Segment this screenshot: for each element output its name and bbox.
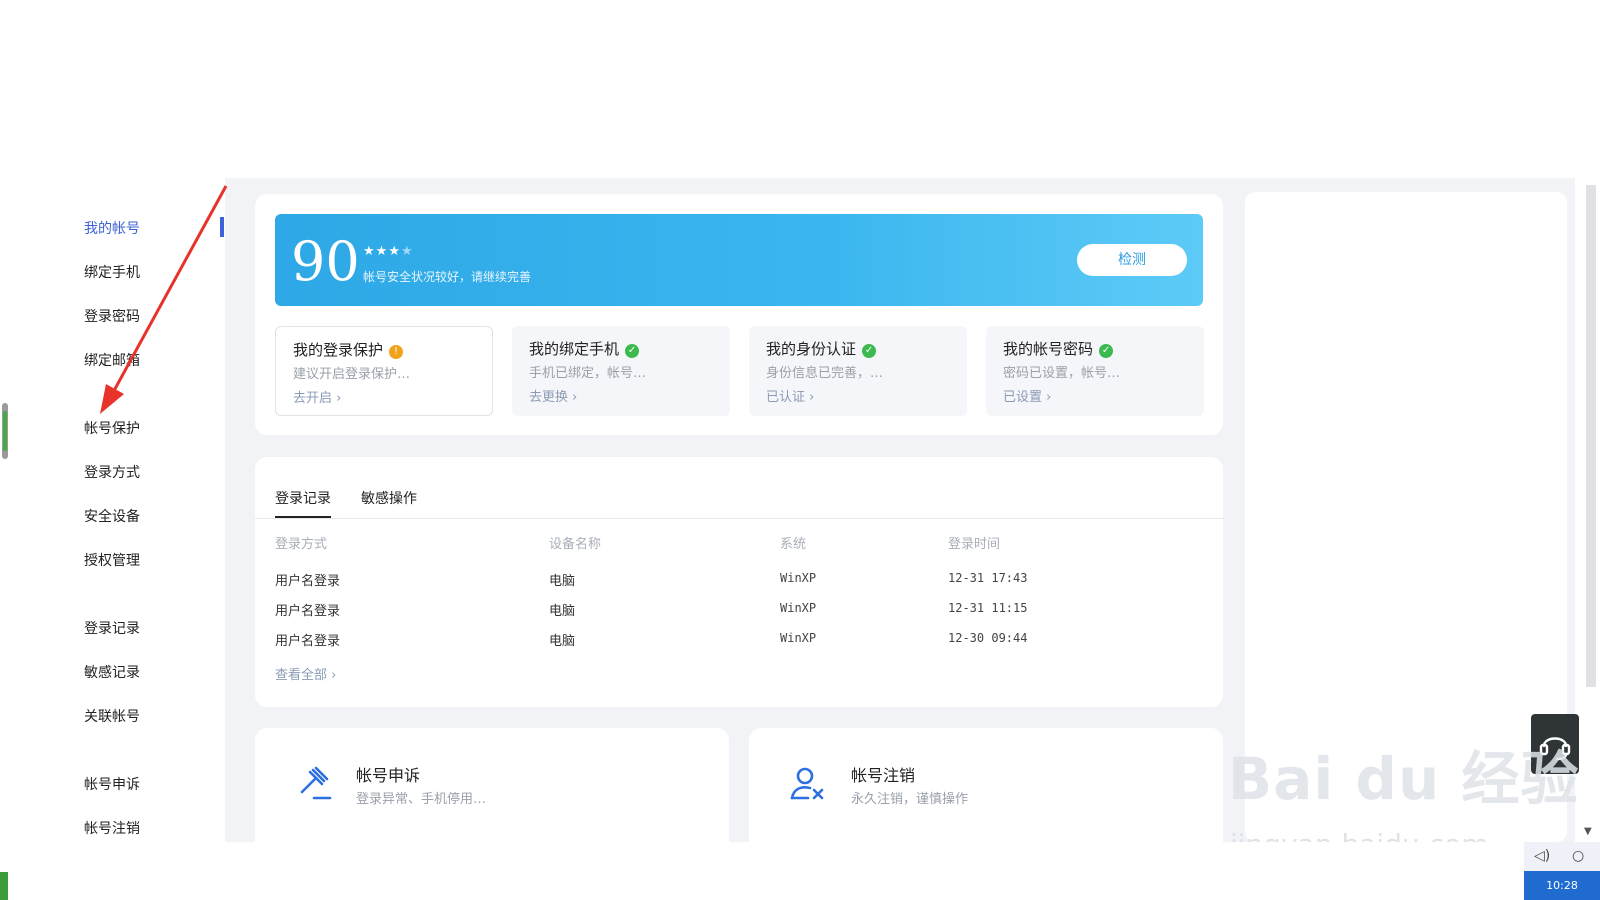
chevron-right-icon: › [572, 390, 578, 405]
sidebar-item-security-device[interactable]: 安全设备 [84, 506, 140, 526]
card-link[interactable]: 已认证 › [766, 386, 814, 405]
table-cell: 用户名登录 [275, 574, 341, 589]
card-description: 身份信息已完善，… [766, 366, 884, 381]
column-header: 登录方式 [275, 537, 328, 552]
sidebar-item-linked-accounts[interactable]: 关联帐号 [84, 706, 140, 726]
column-header: 设备名称 [549, 537, 602, 552]
check-icon: ✓ [625, 344, 640, 358]
user-remove-icon [790, 767, 824, 800]
table-cell: 12-30 09:44 [948, 631, 1028, 645]
warning-icon: ! [389, 345, 404, 359]
table-cell: 用户名登录 [275, 634, 341, 649]
view-all-link[interactable]: 查看全部 › [275, 664, 336, 683]
table-cell: 用户名登录 [275, 604, 341, 619]
star-rating: ★★★★ [363, 244, 414, 259]
start-button[interactable] [0, 872, 8, 900]
scroll-down-arrow-icon[interactable]: ▼ [1584, 826, 1592, 837]
card-title: 我的帐号密码 [1003, 340, 1094, 358]
tab-divider [255, 518, 1224, 519]
sidebar-item-sensitive-records[interactable]: 敏感记录 [84, 662, 140, 682]
table-cell: WinXP [780, 631, 817, 645]
sidebar-item-login-records[interactable]: 登录记录 [84, 618, 140, 638]
column-header: 系统 [780, 537, 807, 552]
clock[interactable]: 10:28 [1524, 871, 1600, 900]
search-icon[interactable]: ○ [1572, 848, 1584, 864]
star-icon: ★ [388, 244, 401, 259]
appeal-description: 登录异常、手机停用… [356, 792, 487, 807]
card-description: 手机已绑定，帐号… [529, 366, 647, 381]
chevron-right-icon: › [1046, 390, 1052, 405]
card-title: 我的登录保护 [293, 341, 384, 359]
card-link[interactable]: 去开启 › [293, 387, 341, 406]
sidebar-item-authorization[interactable]: 授权管理 [84, 550, 140, 570]
sidebar-item-login-method[interactable]: 登录方式 [84, 462, 140, 482]
star-icon: ★ [375, 244, 389, 259]
sidebar-item-bind-email[interactable]: 绑定邮箱 [84, 350, 140, 370]
table-cell: 电脑 [549, 604, 576, 619]
sidebar-active-indicator [220, 217, 224, 237]
security-card-identity[interactable]: 我的身份认证 ✓ 身份信息已完善，… 已认证 › [749, 326, 967, 416]
deactivate-title: 帐号注销 [851, 766, 916, 785]
table-cell: 电脑 [549, 634, 576, 649]
appeal-title: 帐号申诉 [356, 766, 421, 785]
tab-login-records[interactable]: 登录记录 [275, 488, 331, 508]
table-cell: WinXP [780, 571, 817, 585]
sidebar-item-bind-phone[interactable]: 绑定手机 [84, 262, 140, 282]
card-description: 建议开启登录保护… [293, 367, 411, 382]
watermark-brand: Bai du 经验 [1228, 745, 1580, 813]
left-edge-scroll-indicator [2, 403, 8, 459]
tab-sensitive-operations[interactable]: 敏感操作 [361, 488, 417, 508]
sidebar-item-account-protection[interactable]: 帐号保护 [84, 418, 140, 438]
column-header: 登录时间 [948, 537, 1001, 552]
table-cell: WinXP [780, 601, 817, 615]
volume-icon[interactable]: ◁) [1534, 848, 1550, 864]
check-icon: ✓ [1099, 344, 1114, 358]
star-empty-icon: ★ [400, 244, 414, 259]
score-description: 帐号安全状况较好，请继续完善 [363, 270, 532, 284]
card-description: 密码已设置，帐号… [1003, 366, 1121, 381]
sidebar-item-appeal[interactable]: 帐号申诉 [84, 774, 140, 794]
card-title: 我的身份认证 [766, 340, 857, 358]
security-score-banner: 90 ★★★★ 帐号安全状况较好，请继续完善 检测 [275, 214, 1203, 306]
card-link[interactable]: 去更换 › [529, 386, 577, 405]
sidebar-item-deactivate[interactable]: 帐号注销 [84, 818, 140, 840]
top-blank-area [0, 0, 1600, 178]
security-score: 90 [291, 230, 360, 293]
taskbar [0, 842, 1600, 900]
table-cell: 电脑 [549, 574, 576, 589]
chevron-right-icon: › [336, 391, 342, 406]
security-card-login-protection[interactable]: 我的登录保护! 建议开启登录保护… 去开启 › [275, 326, 493, 416]
security-card-bind-phone[interactable]: 我的绑定手机 ✓ 手机已绑定，帐号… 去更换 › [512, 326, 730, 416]
star-icon: ★ [363, 244, 376, 259]
table-cell: 12-31 17:43 [948, 571, 1028, 585]
detect-button[interactable]: 检测 [1077, 244, 1187, 276]
gavel-icon [300, 766, 332, 800]
security-card-password[interactable]: 我的帐号密码 ✓ 密码已设置，帐号… 已设置 › [986, 326, 1204, 416]
sidebar-item-my-account[interactable]: 我的帐号 [84, 218, 140, 238]
chevron-right-icon: › [809, 390, 815, 405]
chevron-right-icon: › [331, 668, 337, 683]
vertical-scrollbar[interactable] [1586, 185, 1596, 687]
check-icon: ✓ [862, 344, 877, 358]
card-link[interactable]: 已设置 › [1003, 386, 1051, 405]
table-cell: 12-31 11:15 [948, 601, 1028, 615]
sidebar-item-login-password[interactable]: 登录密码 [84, 306, 140, 326]
deactivate-description: 永久注销，谨慎操作 [851, 792, 969, 807]
card-title: 我的绑定手机 [529, 340, 620, 358]
